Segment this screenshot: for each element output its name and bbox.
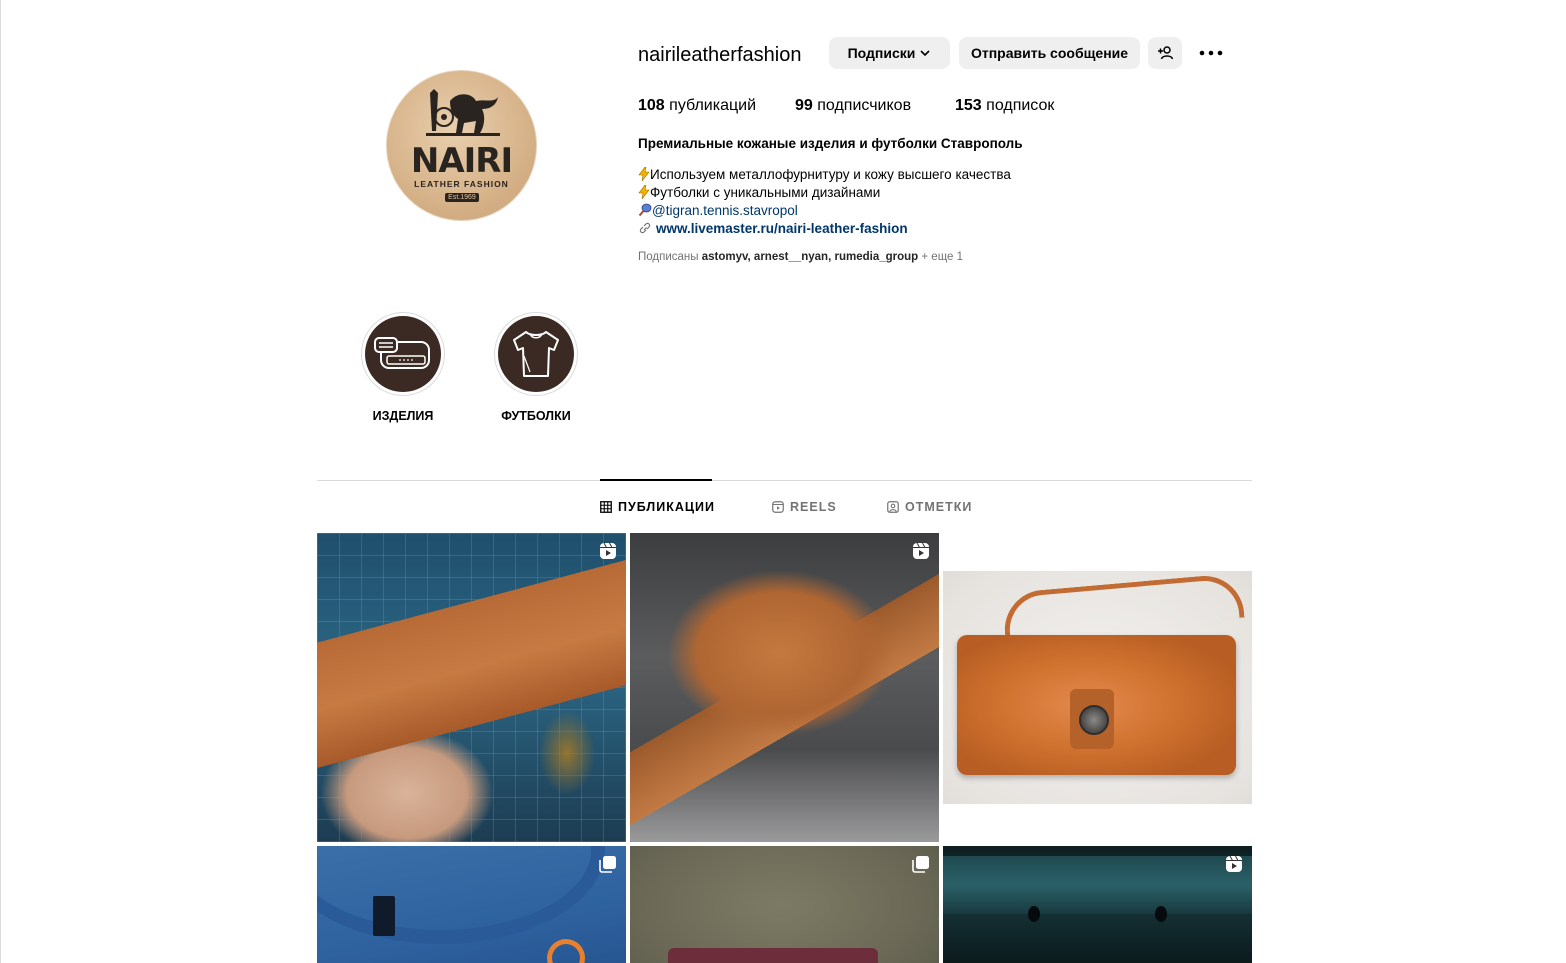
- send-message-button[interactable]: Отправить сообщение: [959, 37, 1140, 69]
- tennis-racket-icon: [638, 203, 652, 217]
- posts-count: 108: [638, 97, 665, 114]
- tabs-divider: [317, 480, 1252, 481]
- reel-icon: [1226, 855, 1242, 872]
- post-thumbnail[interactable]: [630, 846, 939, 963]
- more-options-button[interactable]: [1196, 40, 1226, 66]
- wallet-shape: [668, 948, 878, 963]
- following-button[interactable]: Подписки: [829, 37, 950, 69]
- tshirt-icon: [513, 331, 559, 377]
- avatar-logo-subtext: LEATHER FASHION: [414, 179, 509, 189]
- wallet-photo: [943, 571, 1252, 804]
- bio-mention-link[interactable]: @tigran.tennis.stavropol: [652, 203, 798, 218]
- following-count: 153: [955, 97, 982, 114]
- profile-bio: Используем металлофурнитуру и кожу высше…: [638, 166, 1011, 238]
- more-dots-icon: [1199, 50, 1223, 56]
- tab-reels[interactable]: REELS: [772, 499, 837, 515]
- send-message-label: Отправить сообщение: [970, 45, 1129, 61]
- avatar-logo-text: NAIRI: [410, 141, 513, 181]
- followers-count-stat[interactable]: 99 подписчиков: [795, 97, 911, 115]
- posts-count-stat: 108 публикаций: [638, 97, 756, 115]
- tab-posts[interactable]: ПУБЛИКАЦИИ: [600, 499, 715, 515]
- wallet-button: [1079, 705, 1109, 735]
- post-thumbnail[interactable]: [630, 533, 939, 842]
- tab-tagged-label: ОТМЕТКИ: [905, 500, 973, 514]
- highlight-tshirts[interactable]: ФУТБОЛКИ: [494, 312, 578, 423]
- profile-username: nairileatherfashion: [638, 44, 802, 66]
- wallet-strap: [1001, 572, 1245, 639]
- highlight-cover: [498, 316, 574, 392]
- post-thumbnail[interactable]: [317, 846, 626, 963]
- belt-icon: [374, 337, 430, 369]
- carousel-icon: [912, 856, 929, 873]
- tshirt-label: [373, 896, 395, 936]
- profile-avatar[interactable]: NAIRI LEATHER FASHION Est.1969: [386, 70, 537, 221]
- highlight-cover: [365, 316, 441, 392]
- tshirt-print: [547, 939, 585, 963]
- reel-icon: [600, 542, 616, 559]
- tshirt-collar: [317, 846, 605, 944]
- following-label: подписок: [981, 97, 1055, 114]
- tab-tagged[interactable]: ОТМЕТКИ: [887, 499, 972, 515]
- chevron-down-icon: [920, 50, 930, 57]
- tab-reels-label: REELS: [790, 500, 837, 514]
- belt-strap: [943, 856, 1252, 914]
- following-button-label: Подписки: [847, 45, 916, 61]
- followers-count: 99: [795, 97, 813, 114]
- highlight-products[interactable]: ИЗДЕЛИЯ: [361, 312, 445, 423]
- followers-label: подписчиков: [812, 97, 912, 114]
- followed-by-names: astomyv, arnest__nyan, rumedia_group: [701, 251, 919, 263]
- following-count-stat[interactable]: 153 подписок: [955, 97, 1054, 115]
- grid-icon: [600, 501, 612, 513]
- followed-by-prefix: Подписаны: [638, 251, 702, 263]
- highlight-label: ИЗДЕЛИЯ: [372, 409, 434, 423]
- posts-label: публикаций: [664, 97, 756, 114]
- lightning-icon: [638, 184, 650, 200]
- window-edge: [0, 0, 1, 963]
- active-tab-indicator: [600, 479, 712, 481]
- suggested-accounts-button[interactable]: [1148, 37, 1182, 69]
- bio-line-2: Футболки с уникальными дизайнами: [638, 184, 1011, 202]
- carousel-icon: [599, 856, 616, 873]
- lion-logo-icon: [426, 89, 500, 136]
- tab-posts-label: ПУБЛИКАЦИИ: [618, 500, 715, 514]
- post-thumbnail[interactable]: [943, 533, 1252, 842]
- add-person-icon: [1158, 46, 1173, 60]
- highlight-label: ФУТБОЛКИ: [501, 409, 571, 423]
- reels-icon: [772, 501, 784, 513]
- reel-icon: [913, 542, 929, 559]
- bio-line-1-text: Используем металлофурнитуру и кожу высше…: [650, 167, 1011, 182]
- belt-hole: [1155, 906, 1167, 922]
- post-thumbnail[interactable]: [317, 533, 626, 842]
- lightning-icon: [638, 166, 650, 182]
- avatar-est-badge: Est.1969: [445, 193, 479, 202]
- highlight-ring[interactable]: [361, 312, 445, 396]
- followed-by-suffix: + еще 1: [918, 251, 964, 263]
- bio-website-link[interactable]: www.livemaster.ru/nairi-leather-fashion: [656, 221, 908, 236]
- belt-hole: [1028, 906, 1040, 922]
- post-thumbnail[interactable]: [943, 846, 1252, 963]
- link-icon: [639, 222, 651, 234]
- bio-line-3: @tigran.tennis.stavropol: [638, 202, 1011, 220]
- followed-by[interactable]: Подписаны astomyv, arnest__nyan, rumedia…: [638, 251, 963, 263]
- bio-line-1: Используем металлофурнитуру и кожу высше…: [638, 166, 1011, 184]
- bio-line-4: www.livemaster.ru/nairi-leather-fashion: [638, 220, 1011, 238]
- bio-line-2-text: Футболки с уникальными дизайнами: [650, 185, 881, 200]
- highlight-ring[interactable]: [494, 312, 578, 396]
- tagged-icon: [887, 501, 899, 513]
- profile-full-name: Премиальные кожаные изделия и футболки С…: [638, 136, 1023, 151]
